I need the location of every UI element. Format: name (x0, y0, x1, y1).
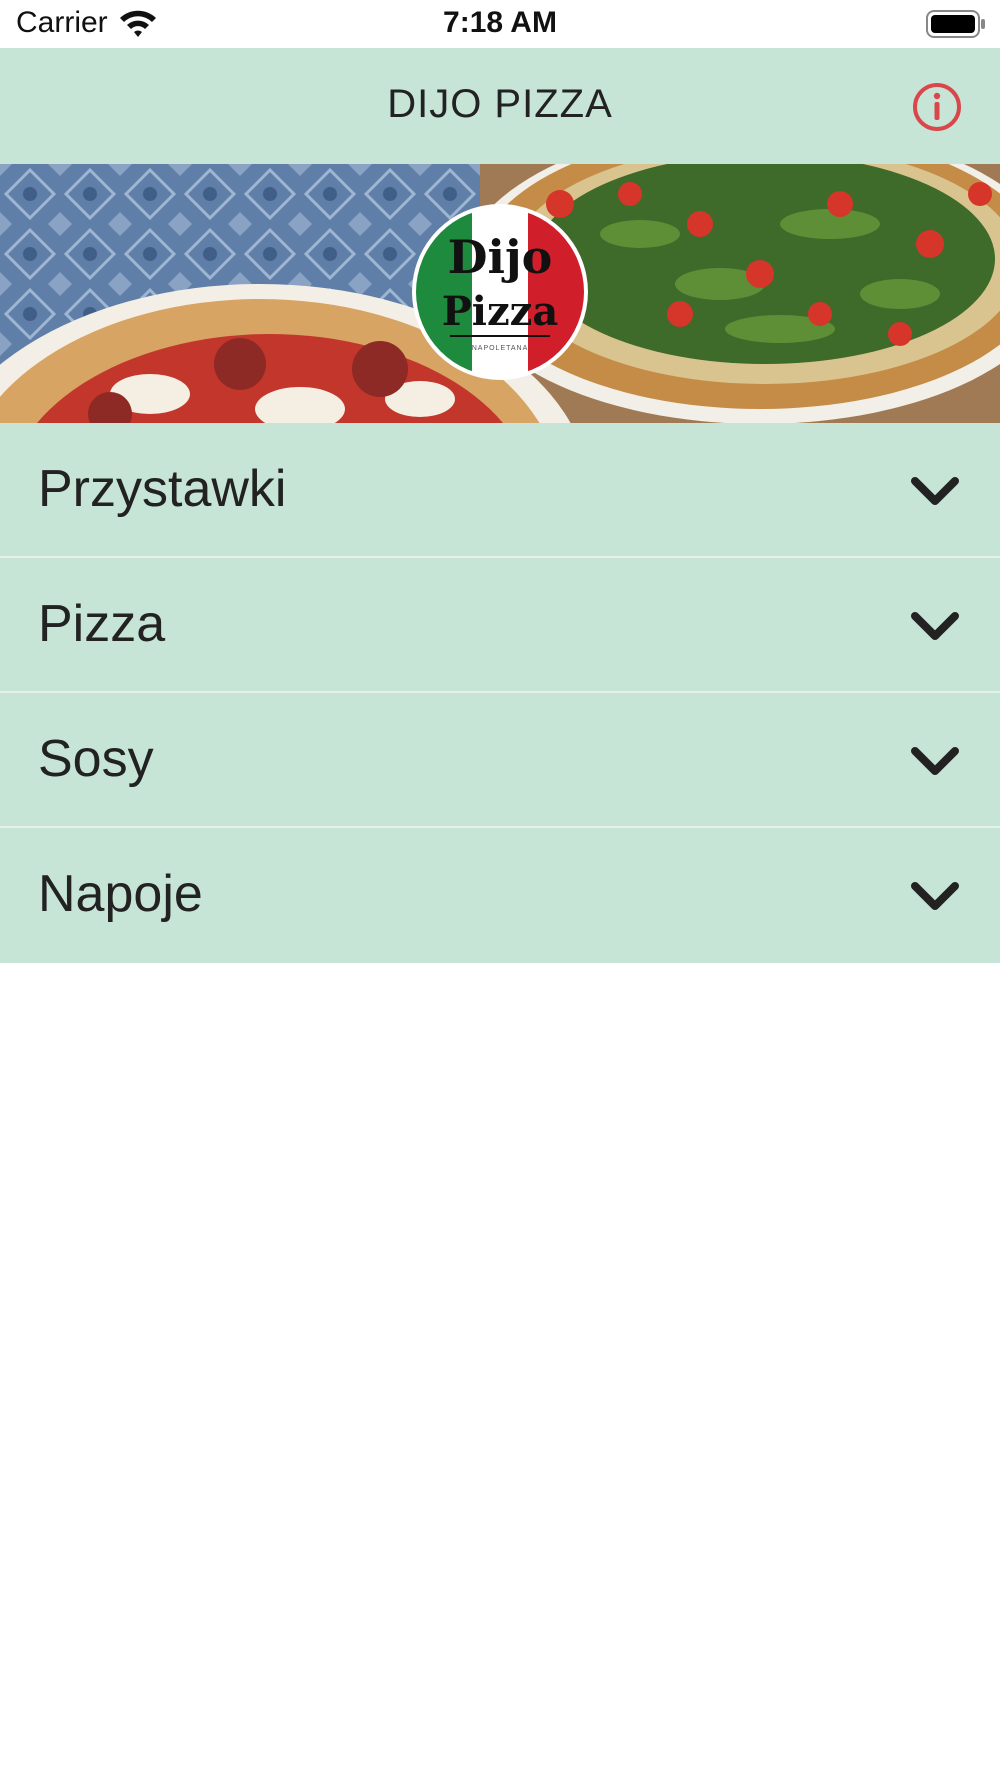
menu-item-label: Przystawki (38, 460, 287, 518)
logo-text-line2: Pizza (441, 288, 559, 335)
logo-subtitle: NAPOLETANA (471, 345, 529, 352)
logo-text-line1: Dijo (447, 230, 553, 284)
menu-category-list: Przystawki Pizza Sosy Napoje (0, 423, 1000, 963)
restaurant-logo: Dijo Pizza NAPOLETANA (416, 208, 584, 376)
chevron-down-icon (911, 612, 959, 640)
status-time: 7:18 AM (443, 6, 557, 39)
chevron-down-icon (911, 477, 959, 505)
chevron-down-icon (911, 882, 959, 910)
menu-item-label: Napoje (38, 865, 203, 923)
menu-item-przystawki[interactable]: Przystawki (0, 423, 1000, 558)
menu-item-pizza[interactable]: Pizza (0, 558, 1000, 693)
info-button[interactable] (912, 82, 962, 132)
menu-item-sosy[interactable]: Sosy (0, 693, 1000, 828)
menu-item-label: Pizza (38, 595, 166, 653)
status-bar: Carrier 7:18 AM (0, 0, 1000, 48)
info-circle-icon (913, 83, 961, 131)
menu-item-napoje[interactable]: Napoje (0, 828, 1000, 963)
menu-item-label: Sosy (38, 730, 154, 788)
hero-banner: Dijo Pizza NAPOLETANA (0, 164, 1000, 423)
battery-icon (926, 10, 986, 43)
page-title: DIJO PIZZA (387, 82, 613, 126)
chevron-down-icon (911, 747, 959, 775)
nav-bar: DIJO PIZZA (0, 48, 1000, 164)
